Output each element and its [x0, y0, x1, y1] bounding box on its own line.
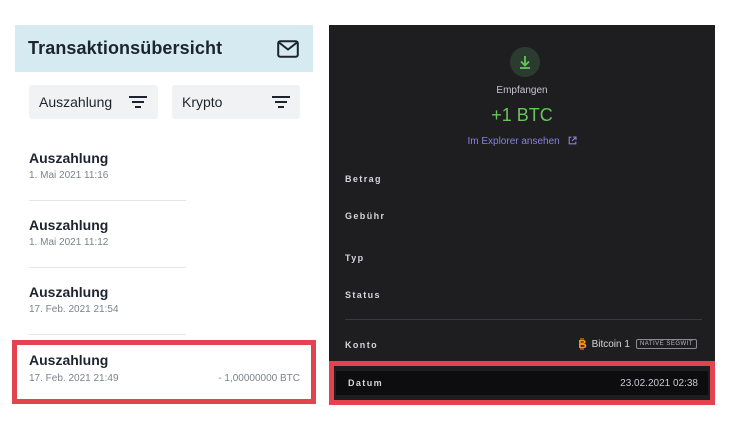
highlighted-transaction-item[interactable]: Auszahlung 17. Feb. 2021 21:49 - 1,00000…	[12, 340, 316, 404]
account-name: Bitcoin 1	[591, 338, 630, 350]
type-label: Typ	[345, 253, 365, 263]
segwit-badge: NATIVE SEGWIT	[635, 339, 697, 349]
amount-label: Betrag	[345, 174, 382, 184]
fee-label: Gebühr	[345, 211, 386, 221]
highlighted-date-row: Datum 23.02.2021 02:38	[329, 361, 715, 405]
transaction-detail-panel: Empfangen +1 BTC Im Explorer ansehen Bet…	[329, 25, 715, 405]
received-amount: +1 BTC	[491, 105, 553, 125]
asset-filter-label: Krypto	[182, 94, 223, 110]
explorer-link-container: Im Explorer ansehen	[329, 136, 715, 147]
download-icon	[510, 47, 540, 77]
date-label: Datum	[348, 378, 384, 388]
type-filter[interactable]: Auszahlung	[29, 85, 158, 119]
panel-header: Transaktionsübersicht	[15, 25, 313, 72]
explorer-link[interactable]: Im Explorer ansehen	[467, 136, 559, 147]
account-value[interactable]: Bitcoin 1 NATIVE SEGWIT	[577, 337, 697, 351]
date-value: 23.02.2021 02:38	[620, 378, 698, 389]
type-filter-label: Auszahlung	[39, 94, 113, 110]
transaction-title: Auszahlung	[29, 217, 109, 233]
divider	[29, 267, 186, 268]
transaction-date: 17. Feb. 2021 21:49	[29, 373, 119, 384]
date-row: Datum 23.02.2021 02:38	[336, 371, 708, 395]
asset-filter[interactable]: Krypto	[172, 85, 300, 119]
status-row-label: Status	[345, 290, 381, 300]
external-link-icon[interactable]	[568, 136, 577, 145]
divider	[29, 334, 186, 335]
transaction-date: 1. Mai 2021 11:16	[29, 170, 109, 181]
divider	[345, 319, 702, 320]
transaction-amount: - 1,00000000 BTC	[218, 373, 300, 384]
transaction-date: 1. Mai 2021 11:12	[29, 237, 109, 248]
page-title: Transaktionsübersicht	[28, 38, 223, 58]
transaction-title: Auszahlung	[29, 352, 109, 368]
account-label: Konto	[345, 340, 378, 350]
transaction-date: 17. Feb. 2021 21:54	[29, 304, 119, 315]
transaction-item[interactable]: Auszahlung 1. Mai 2021 11:16	[15, 150, 186, 216]
filter-icon	[129, 96, 147, 108]
mail-icon[interactable]	[277, 40, 299, 58]
divider	[29, 200, 186, 201]
transaction-title: Auszahlung	[29, 150, 109, 166]
transaction-item[interactable]: Auszahlung 1. Mai 2021 11:12	[15, 217, 186, 283]
status-label: Empfangen	[496, 85, 548, 96]
bitcoin-icon	[578, 338, 586, 350]
transaction-title: Auszahlung	[29, 284, 109, 300]
filter-icon	[272, 96, 290, 108]
